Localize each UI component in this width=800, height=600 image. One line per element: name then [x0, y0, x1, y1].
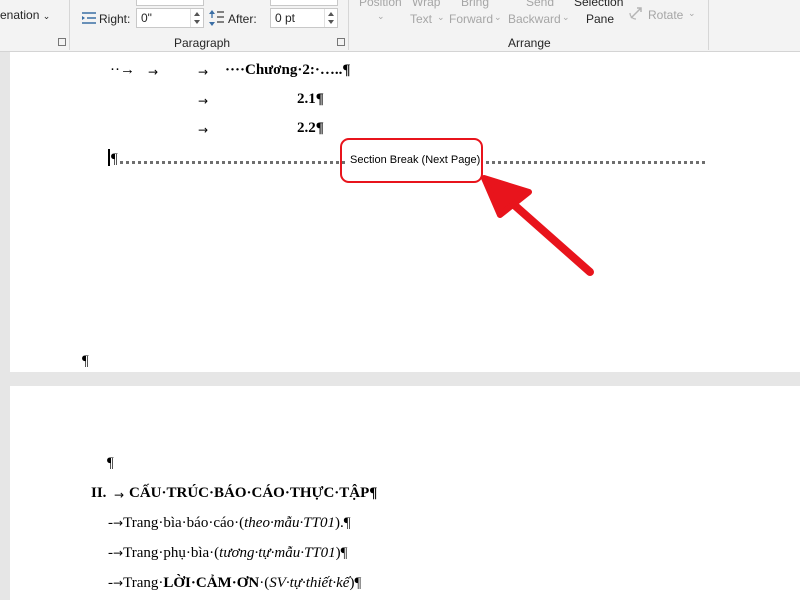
- chevron-down-icon: ⌄: [42, 11, 51, 21]
- send-backward-label-1: Send: [526, 0, 555, 9]
- end-pilcrow: ¶: [82, 353, 89, 369]
- tab-arrow-mark: →: [113, 546, 124, 560]
- spin-arrows-icon[interactable]: [190, 9, 203, 27]
- list-item-italic: SV·tự·thiết·kế: [269, 575, 350, 591]
- list-item-text: Trang·: [123, 575, 164, 591]
- section-2-2[interactable]: 2.2¶: [297, 120, 324, 137]
- tab-arrow-mark: →: [113, 516, 124, 530]
- tab-arrow-mark: →: [198, 123, 209, 137]
- spacing-after-icon: [208, 9, 224, 32]
- hyphenation-label: enation: [0, 8, 40, 22]
- indent-right-icon: [81, 11, 97, 30]
- right-indent-input[interactable]: 0": [136, 8, 204, 28]
- spin-top-partial: [136, 0, 204, 6]
- right-indent-value: 0": [141, 11, 152, 25]
- list-item[interactable]: -→Trang·phụ·bìa·(tương·tự·mẫu·TT01)¶: [108, 545, 347, 562]
- hyphenation-button[interactable]: enation ⌄: [0, 8, 50, 22]
- list-item[interactable]: -→Trang·LỜI·CẢM·ƠN·(SV·tự·thiết·kế)¶: [108, 575, 361, 592]
- heading-number: II.: [91, 485, 107, 501]
- paragraph-group-label: Paragraph: [174, 36, 231, 50]
- list-item-text: ·(: [259, 575, 270, 591]
- spin-arrows-icon[interactable]: [324, 9, 337, 27]
- chapter-2-heading[interactable]: ····Chương·2:·…..¶: [225, 62, 350, 79]
- group-divider: [348, 0, 349, 50]
- section-break-pilcrow: ¶: [111, 151, 118, 167]
- dialog-launcher-icon[interactable]: [58, 38, 66, 46]
- ribbon: enation ⌄ Right: 0" After: 0 pt Paragrap…: [0, 0, 800, 52]
- group-divider: [69, 0, 70, 50]
- list-item-end: )¶: [349, 575, 362, 591]
- rotate-icon: [628, 5, 644, 26]
- bring-forward-label-1: Bring: [461, 0, 490, 9]
- wrap-text-label-1: Wrap: [412, 0, 441, 9]
- tab-arrow-mark: →: [148, 65, 159, 79]
- wrap-text-button[interactable]: Wrap Text ⌄: [408, 0, 448, 34]
- list-item-text: Trang·phụ·bìa·(: [123, 545, 220, 561]
- bring-forward-button[interactable]: Bring Forward ⌄: [449, 0, 502, 34]
- selection-pane-button[interactable]: Selection Pane: [574, 0, 626, 34]
- chevron-down-icon: ⌄: [562, 12, 570, 22]
- tab-arrow-mark: →: [113, 576, 124, 590]
- list-item-end: )¶: [335, 545, 348, 561]
- bring-forward-label-2: Forward: [449, 12, 494, 26]
- position-button[interactable]: Position ⌄: [355, 0, 407, 34]
- empty-pilcrow: ¶: [107, 455, 114, 471]
- send-backward-label-2: Backward: [508, 12, 561, 26]
- chevron-down-icon: ⌄: [494, 12, 502, 22]
- selection-pane-label-1: Selection: [574, 0, 624, 9]
- right-indent-label: Right:: [99, 12, 131, 26]
- highlight-box: [340, 138, 483, 183]
- document-page-1[interactable]: [10, 52, 800, 372]
- send-backward-button[interactable]: Send Backward ⌄: [508, 0, 570, 34]
- spacing-after-value: 0 pt: [275, 11, 296, 25]
- tab-arrow-mark: →: [198, 94, 209, 108]
- tab-arrow-mark: →: [114, 488, 125, 502]
- tab-arrow-mark: →: [198, 65, 209, 79]
- text-cursor: [108, 149, 110, 166]
- rotate-button[interactable]: Rotate ⌄: [628, 4, 700, 24]
- spin-top-partial-2: [270, 0, 338, 6]
- section-2-1[interactable]: 2.1¶: [297, 91, 324, 108]
- list-item-text: Trang·bìa·báo·cáo·(: [123, 515, 245, 531]
- chevron-down-icon: ⌄: [437, 12, 445, 22]
- tab-leader: ··→: [110, 62, 135, 78]
- section-heading[interactable]: CẤU·TRÚC·BÁO·CÁO·THỰC·TẬP¶: [129, 485, 377, 502]
- wrap-text-label-2: Text: [410, 12, 433, 26]
- arrange-group-label: Arrange: [508, 36, 551, 50]
- list-item-italic: theo·mẫu·TT01: [244, 515, 335, 531]
- list-item-italic: tương·tự·mẫu·TT01: [219, 545, 336, 561]
- selection-pane-label-2: Pane: [586, 12, 615, 26]
- spacing-after-input[interactable]: 0 pt: [270, 8, 338, 28]
- chevron-down-icon: ⌄: [688, 8, 696, 18]
- position-label: Position: [359, 0, 402, 9]
- list-item-end: ).¶: [334, 515, 351, 531]
- group-divider: [708, 0, 709, 50]
- spacing-after-label: After:: [228, 12, 257, 26]
- chevron-down-icon: ⌄: [377, 11, 385, 21]
- paragraph-dialog-launcher-icon[interactable]: [337, 38, 345, 46]
- rotate-label: Rotate: [648, 8, 684, 22]
- list-item[interactable]: -→Trang·bìa·báo·cáo·(theo·mẫu·TT01).¶: [108, 515, 351, 532]
- list-item-bold: LỜI·CẢM·ƠN: [163, 575, 260, 591]
